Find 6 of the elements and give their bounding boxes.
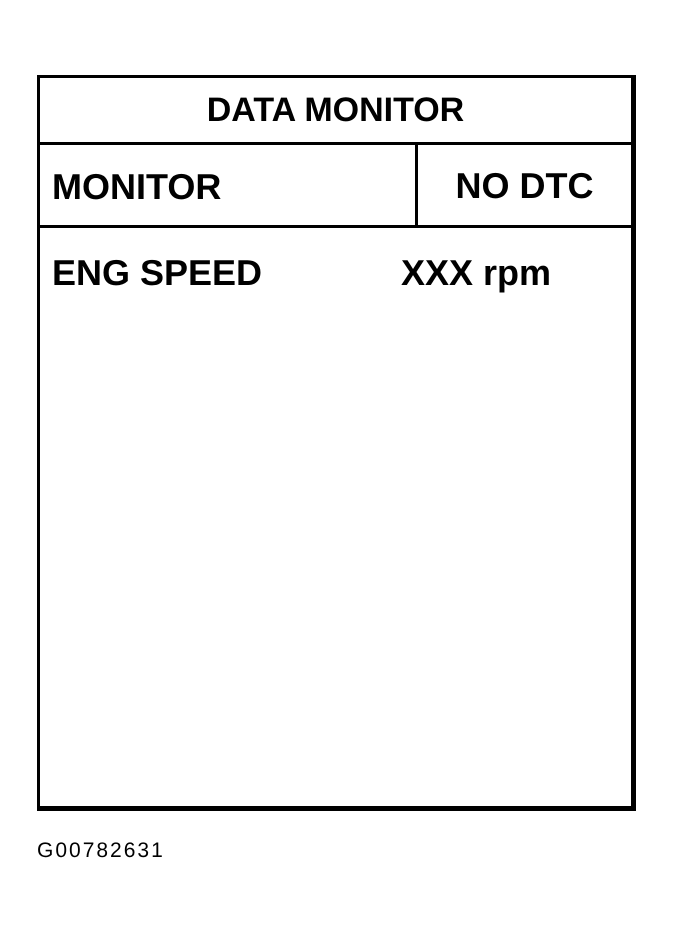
panel-title: DATA MONITOR [206, 93, 464, 127]
parameter-name: ENG SPEED [52, 255, 264, 291]
header-label: MONITOR [52, 169, 222, 205]
figure-id: G00782631 [37, 840, 165, 861]
status-text: NO DTC [456, 168, 594, 204]
parameter-value: XXX rpm [401, 255, 552, 291]
